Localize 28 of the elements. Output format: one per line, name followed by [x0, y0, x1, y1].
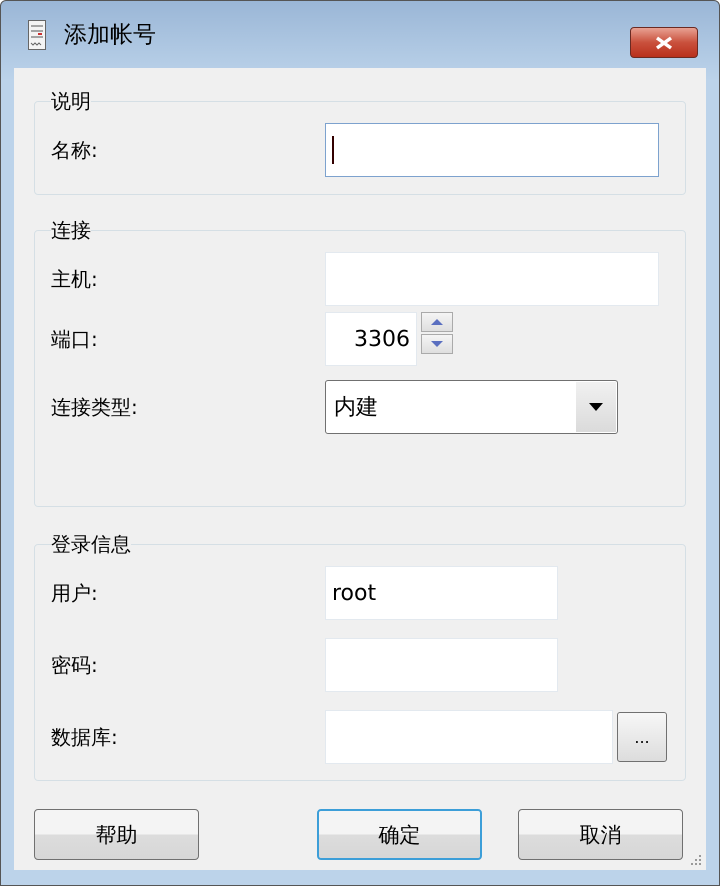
- group-title: 连接: [51, 217, 91, 244]
- field-label: 密码:: [51, 652, 98, 678]
- window-title: 添加帐号: [64, 21, 156, 50]
- field-label: 主机:: [51, 266, 98, 292]
- field-label: 用户:: [51, 580, 98, 606]
- field-label: 名称:: [51, 136, 98, 164]
- dialog-button[interactable]: 取消: [518, 809, 683, 860]
- spin-down-button[interactable]: [421, 334, 453, 354]
- caret-icon: [589, 403, 603, 411]
- dialog-button[interactable]: 帮助: [34, 809, 199, 860]
- close-button[interactable]: [630, 27, 698, 58]
- group-title: 登录信息: [51, 531, 131, 558]
- port-field[interactable]: 3306: [325, 312, 417, 366]
- input-field[interactable]: root: [325, 566, 558, 620]
- group-title: 说明: [51, 88, 91, 115]
- up-arrow-icon: [431, 319, 443, 325]
- browse-button[interactable]: ...: [617, 712, 667, 762]
- spin-up-button[interactable]: [421, 312, 453, 332]
- down-arrow-icon: [431, 341, 443, 347]
- field-label: 端口:: [51, 326, 98, 352]
- dropdown[interactable]: 内建: [325, 380, 618, 434]
- close-icon: [654, 36, 674, 50]
- field-label: 数据库:: [51, 724, 118, 750]
- resize-grip-icon: [690, 854, 702, 866]
- server-icon: [28, 20, 46, 50]
- dialog-button[interactable]: 确定: [317, 809, 482, 860]
- input-field[interactable]: [325, 123, 659, 177]
- field-label: 连接类型:: [51, 394, 138, 420]
